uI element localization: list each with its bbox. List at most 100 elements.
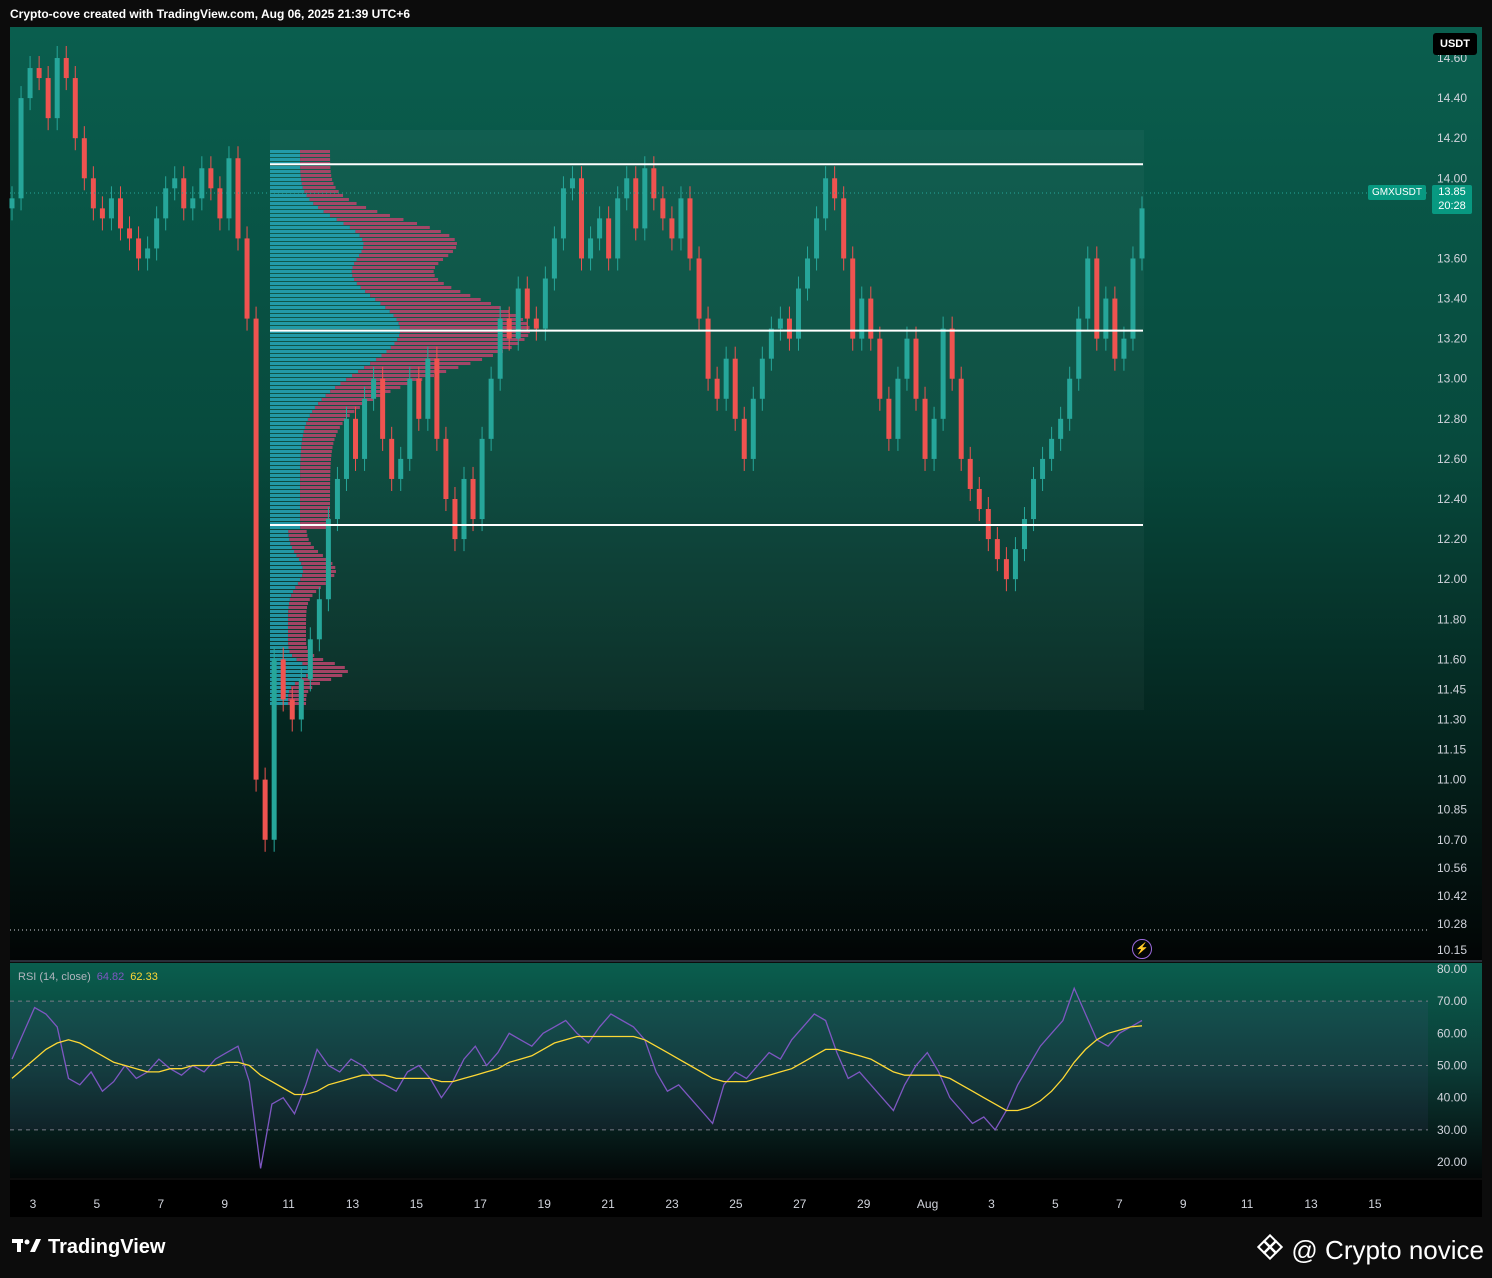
candle-body <box>569 178 575 189</box>
tradingview-brand: TradingView <box>48 1236 166 1258</box>
candle-body <box>199 168 205 199</box>
candle-body <box>877 338 883 399</box>
volume-profile-bar-down <box>393 314 518 317</box>
volume-profile-bar-up <box>270 486 301 489</box>
time-tick-label: 27 <box>793 1197 807 1211</box>
volume-profile-bar-up <box>270 434 303 437</box>
volume-profile-bar-down <box>294 682 320 685</box>
volume-profile-bar-up <box>270 618 289 621</box>
volume-profile-bar-up <box>270 282 357 285</box>
volume-profile-bar-down <box>361 250 453 253</box>
lightning-icon[interactable]: ⚡ <box>1132 939 1152 959</box>
volume-profile-bar-down <box>397 338 525 341</box>
volume-profile-bar-up <box>270 150 301 153</box>
candle-body <box>36 68 42 79</box>
candle-body <box>1112 298 1118 359</box>
candle-body <box>81 138 87 179</box>
price-tick-label: 14.40 <box>1437 91 1467 105</box>
candle-body <box>759 358 765 399</box>
candle-body <box>958 378 964 459</box>
currency-button[interactable]: USDT <box>1433 33 1477 55</box>
candle-body <box>1058 418 1064 439</box>
volume-profile-bar-down <box>299 558 329 561</box>
volume-profile-bar-up <box>270 370 359 373</box>
candle-body <box>633 178 639 229</box>
volume-profile-bar-down <box>303 430 338 433</box>
volume-profile-bar-up <box>270 398 322 401</box>
volume-profile-bar-down <box>355 230 441 233</box>
price-tick-label: 10.70 <box>1437 833 1467 847</box>
candle-body <box>443 438 449 499</box>
candle-body <box>777 318 783 329</box>
volume-profile-bar-up <box>270 374 353 377</box>
rsi-tick-label: 30.00 <box>1437 1123 1467 1137</box>
tradingview-logo[interactable]: TradingView <box>12 1236 165 1259</box>
chart-canvas[interactable]: 14.6014.4014.2014.0013.6013.4013.2013.00… <box>0 0 1492 1278</box>
volume-profile-bar-down <box>288 606 308 609</box>
rsi-legend[interactable]: RSI (14, close) 64.82 62.33 <box>18 971 158 983</box>
volume-profile-bar-up <box>270 462 301 465</box>
volume-profile-bar-up <box>270 566 303 569</box>
volume-profile-bar-down <box>313 202 357 205</box>
volume-profile-bar-up <box>270 474 301 477</box>
candle-body <box>99 208 105 219</box>
volume-profile-bar-down <box>288 642 307 645</box>
volume-profile-bar-up <box>270 366 365 369</box>
candle-body <box>1021 519 1027 550</box>
candle-body <box>732 358 738 419</box>
volume-profile-bar-up <box>270 554 297 557</box>
volume-profile-bar-down <box>300 170 331 173</box>
volume-profile-bar-down <box>343 222 418 225</box>
volume-profile-bar-up <box>270 638 289 641</box>
candle-body <box>533 318 539 329</box>
volume-profile-bar-down <box>300 478 331 481</box>
volume-profile-bar-up <box>270 186 303 189</box>
volume-profile-bar-up <box>270 558 300 561</box>
volume-profile-bar-down <box>288 534 308 537</box>
volume-profile-bar-up <box>270 466 301 469</box>
volume-profile-bar-down <box>297 582 326 585</box>
candle-body <box>678 198 684 239</box>
candle-body <box>9 198 15 209</box>
volume-profile-bar-up <box>270 530 289 533</box>
volume-profile-bar-down <box>300 174 332 177</box>
volume-profile-bar-down <box>300 154 331 157</box>
candle-body <box>54 58 60 119</box>
volume-profile-bar-down <box>301 182 334 185</box>
candle-body <box>398 458 404 479</box>
price-tick-label: 10.42 <box>1437 889 1467 903</box>
volume-profile-bar-up <box>270 154 301 157</box>
volume-profile-bar-down <box>288 626 307 629</box>
volume-profile-bar-down <box>360 286 452 289</box>
time-tick-label: 17 <box>474 1197 488 1211</box>
time-tick-label: 9 <box>1180 1197 1187 1211</box>
volume-profile-bar-down <box>318 206 367 209</box>
volume-profile-bar-up <box>270 174 301 177</box>
volume-profile-bar-down <box>300 514 331 517</box>
candle-body <box>1103 298 1109 339</box>
time-tick-label: 7 <box>157 1197 164 1211</box>
volume-profile-bar-up <box>270 470 301 473</box>
volume-profile-bar-up <box>270 334 400 337</box>
volume-profile-bar-down <box>302 434 336 437</box>
volume-profile-bar-up <box>270 306 386 309</box>
volume-profile-bar-down <box>288 618 307 621</box>
volume-profile-bar-up <box>270 538 290 541</box>
candle-body <box>172 178 178 189</box>
time-tick-label: 23 <box>665 1197 679 1211</box>
volume-profile-bar-up <box>270 198 310 201</box>
price-tick-label: 11.60 <box>1437 652 1466 666</box>
rsi-title: RSI (14, close) <box>18 971 91 983</box>
candle-body <box>262 779 268 840</box>
volume-profile-bar-down <box>389 310 510 313</box>
volume-profile-box <box>270 130 1144 710</box>
candle-body <box>994 539 1000 560</box>
candle-body <box>271 659 277 840</box>
volume-profile-bar-down <box>300 470 331 473</box>
candle-body <box>1067 378 1073 419</box>
candle-body <box>253 318 259 780</box>
candle-body <box>380 378 386 439</box>
binance-icon <box>1257 1233 1284 1267</box>
volume-profile-bar-up <box>270 342 395 345</box>
time-tick-label: 3 <box>988 1197 995 1211</box>
